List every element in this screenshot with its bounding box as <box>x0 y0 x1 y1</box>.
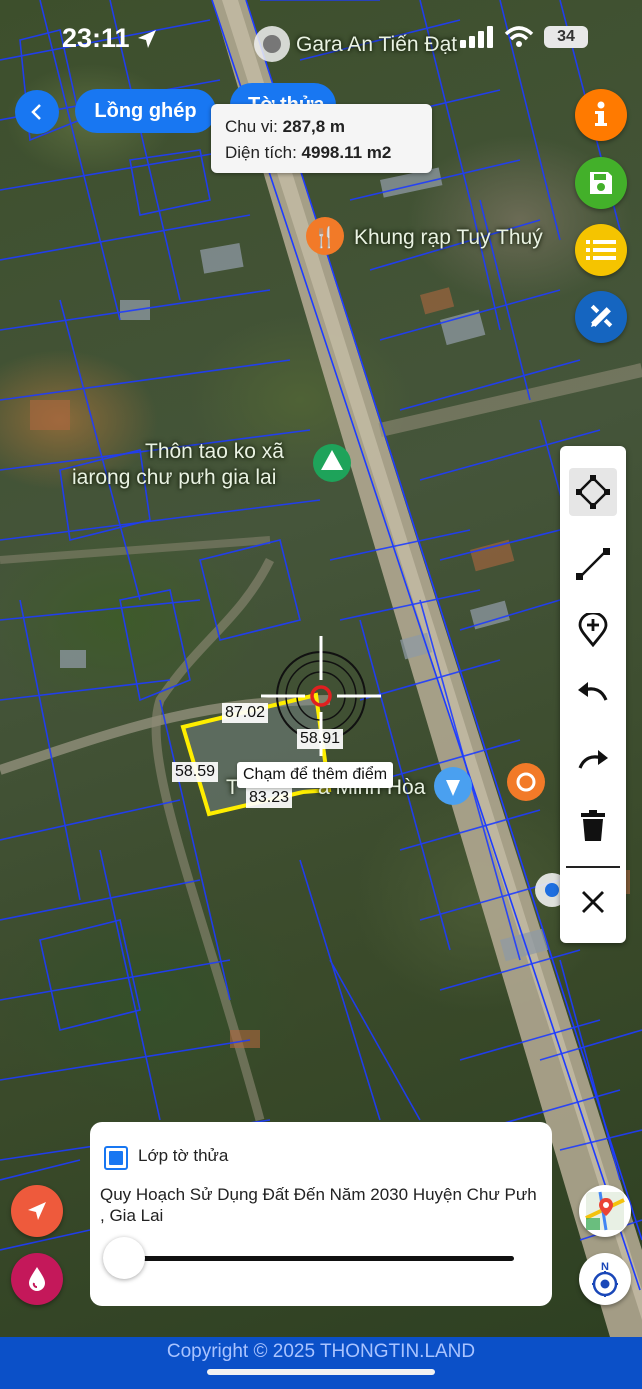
area-value: 4998.11 m2 <box>301 143 392 162</box>
delete-button[interactable] <box>569 802 617 850</box>
park-pin-icon[interactable] <box>313 444 351 482</box>
garage-pin-icon[interactable] <box>254 26 290 62</box>
save-button[interactable] <box>575 157 627 209</box>
drawing-toolbar <box>560 446 626 943</box>
info-icon <box>595 101 607 126</box>
redo-icon <box>578 750 608 769</box>
layer-checkbox[interactable] <box>104 1146 128 1170</box>
wifi-icon <box>504 26 534 47</box>
undo-icon <box>578 682 608 701</box>
footer: Copyright © 2025 THONGTIN.LAND <box>0 1337 642 1389</box>
place-label-khung-rap: Khung rạp Tuy Thuý <box>354 226 543 249</box>
layer-description: Quy Hoạch Sử Dụng Đất Đến Năm 2030 Huyện… <box>100 1185 537 1225</box>
undo-button[interactable] <box>569 668 617 716</box>
redo-button[interactable] <box>569 736 617 784</box>
add-pin-button[interactable] <box>569 606 617 654</box>
draw-tools-button[interactable] <box>575 291 627 343</box>
opacity-slider-track[interactable] <box>120 1256 514 1261</box>
back-button[interactable] <box>15 90 59 134</box>
edge-length-label: 58.91 <box>297 729 344 749</box>
food-pin-icon[interactable] <box>507 763 545 801</box>
area-label: Diện tích: <box>225 143 297 162</box>
place-label-iarong: iarong chư pưh gia lai <box>72 466 277 489</box>
line-tool-button[interactable] <box>569 540 617 588</box>
place-label-garage: Gara An Tiến Đạt <box>296 33 458 56</box>
toolbar-divider <box>566 866 620 868</box>
chevron-left-icon <box>31 104 41 120</box>
cellular-signal-icon <box>460 26 493 48</box>
edge-length-label: 87.02 <box>222 703 269 723</box>
close-icon <box>582 891 604 913</box>
close-drawing-button[interactable] <box>569 878 617 926</box>
place-label-thon: Thôn tao ko xã <box>145 440 284 463</box>
list-icon <box>586 240 616 260</box>
navigation-arrow-icon <box>28 1202 46 1220</box>
copyright-text: Copyright © 2025 THONGTIN.LAND <box>166 1341 476 1362</box>
status-time: 23:11 <box>62 23 130 53</box>
polygon-tool-icon <box>576 475 610 509</box>
add-pin-icon <box>578 613 608 647</box>
perimeter-label: Chu vi: <box>225 117 278 136</box>
edge-length-label: 58.59 <box>172 762 219 782</box>
pencil-ruler-icon <box>590 304 613 328</box>
combine-layer-button[interactable]: Lồng ghép <box>75 89 216 133</box>
info-button[interactable] <box>575 89 627 141</box>
save-icon <box>590 172 612 194</box>
polygon-tool-button[interactable] <box>569 468 617 516</box>
delete-icon <box>581 810 605 841</box>
checkbox-fill <box>109 1151 123 1165</box>
compass-button[interactable]: N <box>579 1253 631 1305</box>
home-indicator[interactable] <box>207 1369 435 1375</box>
map-layers-button[interactable] <box>579 1185 631 1237</box>
layer-title: Lớp tờ thửa <box>138 1146 229 1165</box>
building-pin-icon[interactable] <box>434 767 472 805</box>
map-layers-icon <box>585 1191 625 1231</box>
area-row: Diện tích: 4998.11 m2 <box>225 140 418 166</box>
add-point-tooltip: Chạm để thêm điểm <box>237 762 394 788</box>
my-location-button[interactable] <box>11 1185 63 1237</box>
svg-text:🍴: 🍴 <box>313 225 338 249</box>
compass-icon: N <box>592 1261 618 1297</box>
status-icons: 34 <box>460 26 588 48</box>
measurement-box: Chu vi: 287,8 m Diện tích: 4998.11 m2 <box>211 104 432 173</box>
battery-indicator: 34 <box>544 26 588 48</box>
perimeter-value: 287,8 m <box>282 117 346 136</box>
edge-length-label: 83.23 <box>246 788 293 808</box>
line-tool-icon <box>576 548 610 580</box>
restaurant-pin-icon[interactable]: 🍴 <box>306 217 344 255</box>
layer-panel: Lớp tờ thửa Quy Hoạch Sử Dụng Đất Đến Nă… <box>90 1122 552 1306</box>
list-button[interactable] <box>575 224 627 276</box>
color-style-button[interactable] <box>11 1253 63 1305</box>
location-arrow-icon <box>138 30 156 48</box>
perimeter-row: Chu vi: 287,8 m <box>225 114 418 140</box>
opacity-slider-thumb[interactable] <box>103 1237 145 1279</box>
water-drop-icon <box>29 1267 45 1291</box>
